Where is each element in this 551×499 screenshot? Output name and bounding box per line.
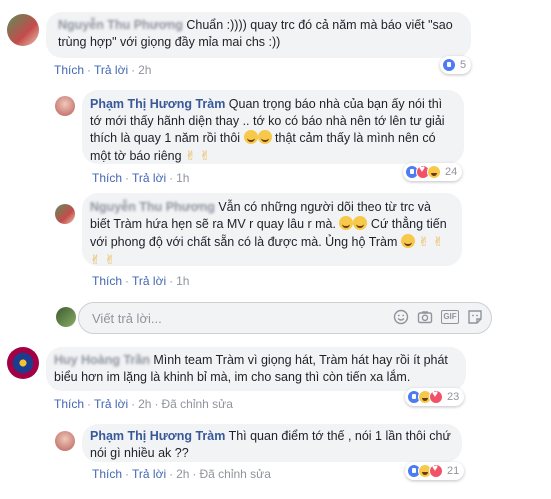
like-link[interactable]: Thích xyxy=(54,63,84,77)
reply-link[interactable]: Trả lời xyxy=(132,467,166,481)
comment-author[interactable]: Phạm Thị Hương Tràm xyxy=(90,429,225,443)
sticker-icon[interactable] xyxy=(467,309,483,325)
smiling-emoji-icon xyxy=(400,234,415,248)
comment-actions: Thích · Trả lời · 2h · Đã chỉnh sửa xyxy=(92,467,271,481)
gif-icon[interactable]: GIF xyxy=(441,310,459,324)
avatar[interactable] xyxy=(7,347,39,379)
smiling-emoji-icon xyxy=(339,216,354,230)
comment-actions: Thích · Trả lời · 1h xyxy=(92,274,190,288)
comment-time[interactable]: 1h xyxy=(176,171,189,185)
avatar[interactable] xyxy=(55,431,75,451)
reply-link[interactable]: Trả lời xyxy=(94,63,128,77)
comment-time[interactable]: 2h xyxy=(138,63,151,77)
comment-time[interactable]: 2h xyxy=(138,397,151,411)
like-reaction-icon xyxy=(442,58,456,72)
like-link[interactable]: Thích xyxy=(92,274,122,288)
comment-bubble: Nguyễn Thu Phương Chuẩn :)))) quay trc đ… xyxy=(46,12,471,58)
avatar[interactable] xyxy=(55,204,75,224)
smiling-emoji-icon xyxy=(353,216,368,230)
laughing-emoji-icon xyxy=(243,130,258,144)
reply-link[interactable]: Trả lời xyxy=(132,274,166,288)
comment-bubble: Phạm Thị Hương Tràm Quan trọng báo nhà c… xyxy=(82,90,464,164)
like-link[interactable]: Thích xyxy=(92,171,122,185)
comment-actions: Thích · Trả lời · 2h xyxy=(54,63,152,77)
reaction-summary[interactable]: 21 xyxy=(405,462,465,480)
reaction-summary[interactable]: 24 xyxy=(403,163,463,181)
reply-link[interactable]: Trả lời xyxy=(132,171,166,185)
reaction-count: 5 xyxy=(460,59,467,71)
edited-label[interactable]: Đã chỉnh sửa xyxy=(199,467,270,481)
current-user-avatar xyxy=(56,307,76,327)
reaction-count: 21 xyxy=(447,465,460,477)
comment-bubble: Huy Hoàng Trần Mình team Tràm vì giọng h… xyxy=(46,347,466,391)
comment-author[interactable]: Nguyễn Thu Phương xyxy=(58,18,183,32)
reaction-count: 24 xyxy=(445,166,458,178)
reaction-summary[interactable]: 23 xyxy=(405,388,465,406)
love-reaction-icon xyxy=(429,463,443,478)
comment-bubble: Nguyễn Thu Phương Vẫn có những người dõi… xyxy=(82,193,462,267)
reply-input[interactable]: Viết trả lời... GIF xyxy=(78,302,492,334)
like-link[interactable]: Thích xyxy=(54,397,84,411)
victory-hand-icon: ✌ ✌ xyxy=(185,148,211,163)
reply-input-tools: GIF xyxy=(393,309,483,325)
camera-icon[interactable] xyxy=(417,309,433,325)
emoji-icon[interactable] xyxy=(393,309,409,325)
laughing-emoji-icon xyxy=(257,130,272,144)
comment-actions: Thích · Trả lời · 1h xyxy=(92,171,190,185)
love-reaction-icon xyxy=(429,389,443,404)
comment-time[interactable]: 1h xyxy=(176,274,189,288)
reaction-count: 23 xyxy=(447,391,460,403)
edited-label[interactable]: Đã chỉnh sửa xyxy=(161,397,232,411)
reaction-summary[interactable]: 5 xyxy=(440,56,472,74)
comment-author[interactable]: Nguyễn Thu Phương xyxy=(90,200,215,214)
comment-bubble: Phạm Thị Hương Tràm Thì quan điểm tớ thế… xyxy=(82,424,462,462)
like-link[interactable]: Thích xyxy=(92,467,122,481)
comment-author[interactable]: Phạm Thị Hương Tràm xyxy=(90,97,225,111)
comment-actions: Thích · Trả lời · 2h · Đã chỉnh sửa xyxy=(54,397,233,411)
reply-link[interactable]: Trả lời xyxy=(94,397,128,411)
haha-reaction-icon xyxy=(427,165,441,179)
comment-time[interactable]: 2h xyxy=(176,467,189,481)
comment-author[interactable]: Huy Hoàng Trần xyxy=(54,353,150,367)
avatar[interactable] xyxy=(55,96,75,116)
reply-placeholder: Viết trả lời... xyxy=(92,311,162,326)
avatar[interactable] xyxy=(7,14,39,46)
